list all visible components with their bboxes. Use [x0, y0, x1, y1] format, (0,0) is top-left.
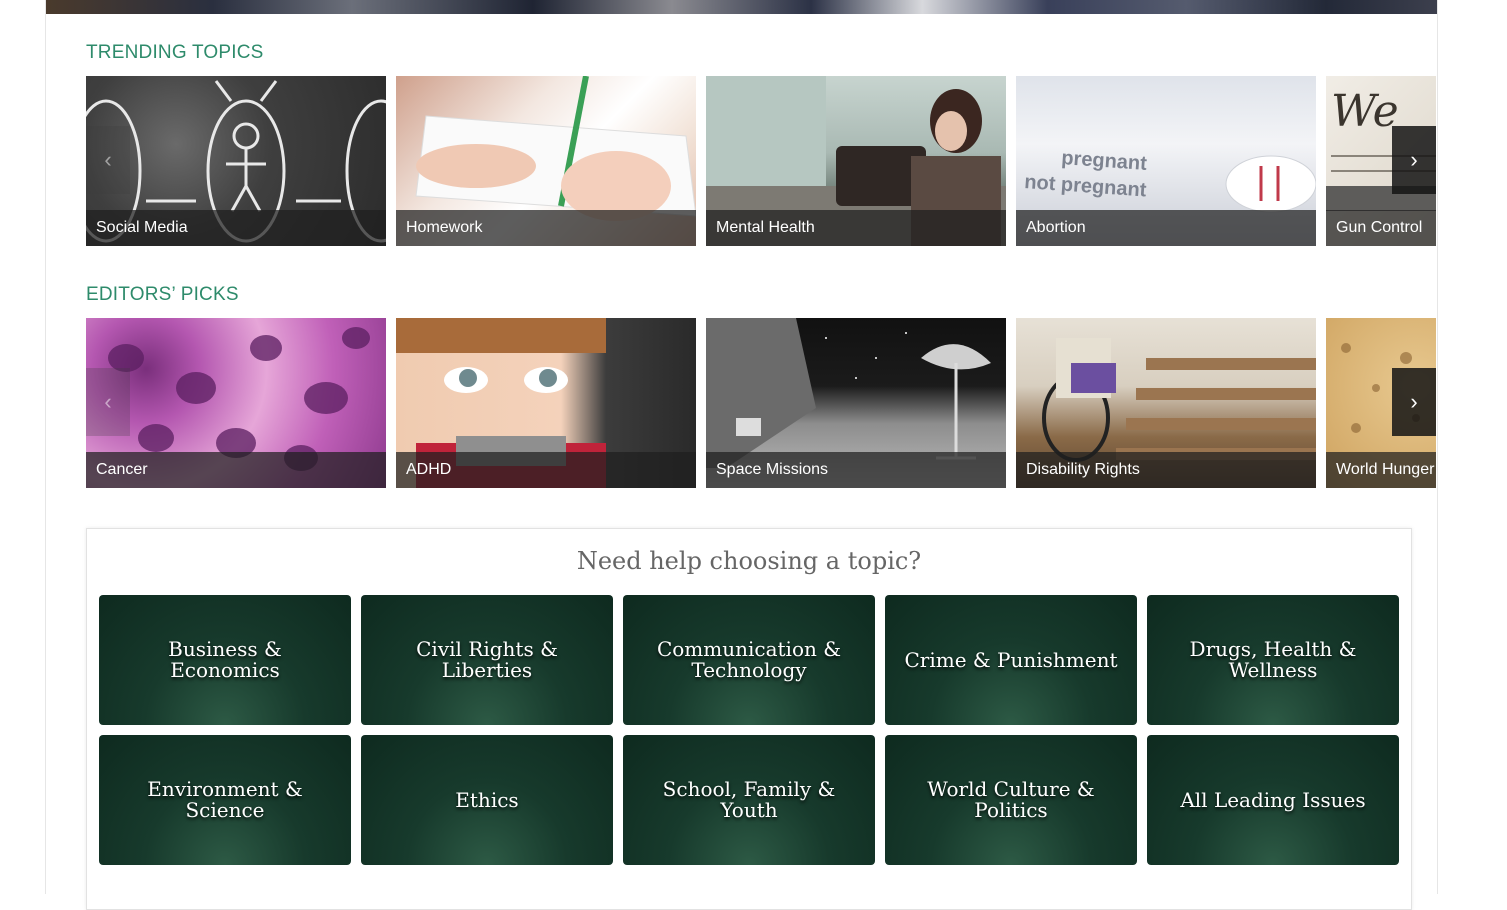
category-civil-rights[interactable]: Civil Rights & Liberties [361, 595, 613, 725]
tile-label: Mental Health [706, 210, 1006, 246]
tile-label: Homework [396, 210, 696, 246]
hero-image-strip [46, 0, 1437, 14]
trending-prev-arrow-icon[interactable]: ‹ [86, 126, 130, 194]
main-page: TRENDING TOPICS Social Media Homework Me… [45, 0, 1438, 910]
tile-label: Disability Rights [1016, 452, 1316, 488]
tile-social-media[interactable]: Social Media [86, 76, 386, 246]
tile-adhd[interactable]: ADHD [396, 318, 696, 488]
tile-label: Abortion [1016, 210, 1316, 246]
tile-abortion[interactable]: pregnant not pregnant Abortion [1016, 76, 1316, 246]
tile-disability-rights[interactable]: Disability Rights [1016, 318, 1316, 488]
tile-label: World Hunger [1326, 452, 1436, 488]
category-business-economics[interactable]: Business & Economics [99, 595, 351, 725]
svg-text:pregnant: pregnant [1061, 147, 1148, 175]
editors-picks-heading: EDITORS’ PICKS [86, 284, 239, 305]
editors-carousel: Cancer ADHD Space Missions Disability Ri… [86, 318, 1436, 488]
category-all-leading-issues[interactable]: All Leading Issues [1147, 735, 1399, 865]
tile-space-missions[interactable]: Space Missions [706, 318, 1006, 488]
category-school-family-youth[interactable]: School, Family & Youth [623, 735, 875, 865]
tile-mental-health[interactable]: Mental Health [706, 76, 1006, 246]
category-ethics[interactable]: Ethics [361, 735, 613, 865]
help-title: Need help choosing a topic? [576, 547, 922, 575]
tile-label: ADHD [396, 452, 696, 488]
tile-cancer[interactable]: Cancer [86, 318, 386, 488]
tile-label: Gun Control [1326, 210, 1436, 246]
editors-prev-arrow-icon[interactable]: ‹ [86, 368, 130, 436]
category-crime-punishment[interactable]: Crime & Punishment [885, 595, 1137, 725]
category-environment-science[interactable]: Environment & Science [99, 735, 351, 865]
trending-next-arrow-icon[interactable]: › [1392, 126, 1436, 194]
editors-next-arrow-icon[interactable]: › [1392, 368, 1436, 436]
tile-homework[interactable]: Homework [396, 76, 696, 246]
tile-label: Space Missions [706, 452, 1006, 488]
category-communication-technology[interactable]: Communication & Technology [623, 595, 875, 725]
tile-label: Cancer [86, 452, 386, 488]
trending-topics-heading: TRENDING TOPICS [86, 42, 264, 63]
svg-text:not pregnant: not pregnant [1024, 171, 1148, 201]
tile-label: Social Media [86, 210, 386, 246]
svg-text:We: We [1331, 86, 1399, 137]
category-world-culture-politics[interactable]: World Culture & Politics [885, 735, 1137, 865]
category-drugs-health-wellness[interactable]: Drugs, Health & Wellness [1147, 595, 1399, 725]
trending-carousel: Social Media Homework Mental Health preg… [86, 76, 1436, 246]
topic-help-panel: Need help choosing a topic? Business & E… [86, 528, 1412, 910]
